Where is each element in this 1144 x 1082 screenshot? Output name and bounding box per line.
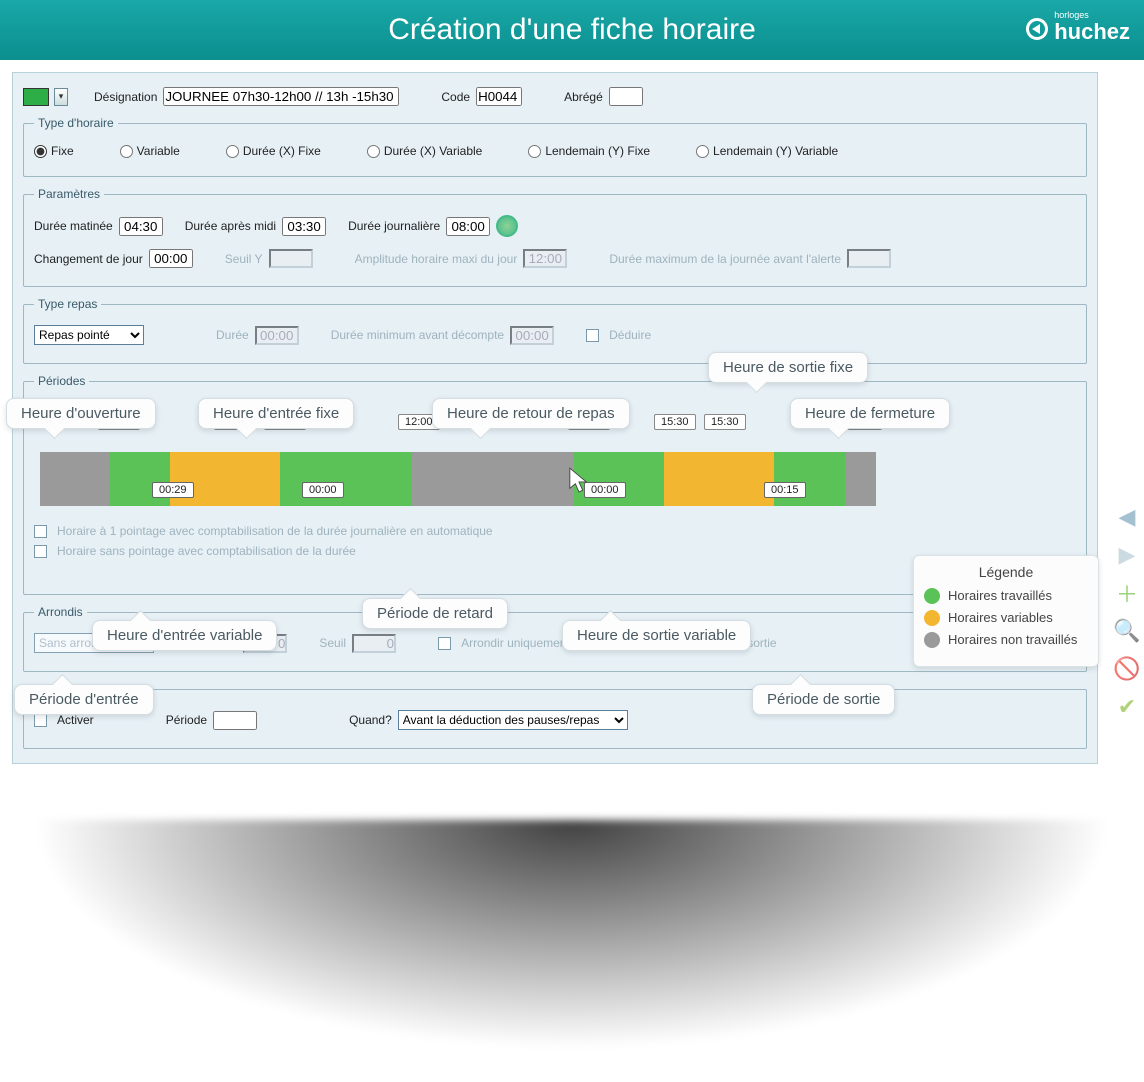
legend-variable: Horaires variables	[948, 610, 1053, 626]
repas-duree-input	[255, 326, 299, 345]
radio-fixe[interactable]: Fixe	[34, 144, 74, 158]
radio-lendemain-fixe[interactable]: Lendemain (Y) Fixe	[528, 144, 650, 158]
type-repas-group: Type repas Repas pointé Durée Durée mini…	[23, 297, 1087, 364]
brand-name: huchez	[1054, 19, 1130, 44]
radio-lendemain-var[interactable]: Lendemain (Y) Variable	[696, 144, 838, 158]
callout-entree-var: Heure d'entrée variable	[92, 620, 277, 651]
window-shadow	[30, 820, 1114, 1050]
ecretage-activer-label: Activer	[57, 713, 94, 727]
callout-sortie-var: Heure de sortie variable	[562, 620, 751, 651]
arrondis-legend: Arrondis	[34, 605, 87, 619]
brand-icon	[1026, 18, 1048, 40]
duree-matinee-input[interactable]	[119, 217, 163, 236]
ecretage-periode-input[interactable]	[213, 711, 257, 730]
chk-1-pointage-label: Horaire à 1 pointage avec comptabilisati…	[57, 524, 493, 538]
brand-top: horloges	[1054, 12, 1130, 19]
seuil-y-input	[269, 249, 313, 268]
time-1530a[interactable]: 15:30	[654, 414, 696, 430]
color-swatch[interactable]	[23, 88, 49, 106]
arrondi-seuil-input	[352, 634, 396, 653]
code-label: Code	[441, 90, 470, 104]
amplitude-input	[523, 249, 567, 268]
duree-max-alerte-input	[847, 249, 891, 268]
parametres-group: Paramètres Durée matinée Durée après mid…	[23, 187, 1087, 287]
duree-apresmidi-label: Durée après midi	[185, 219, 276, 233]
ecretage-activer-chk[interactable]	[34, 714, 47, 727]
forward-icon[interactable]: ▶	[1113, 541, 1141, 569]
repas-duree-min-input	[510, 326, 554, 345]
check-icon[interactable]: ✔	[1113, 693, 1141, 721]
ecretage-group: Ecrêtage Activer Période Quand? Avant la…	[23, 682, 1087, 749]
callout-retour-repas: Heure de retour de repas	[432, 398, 630, 429]
top-row: Désignation Code Abrégé	[23, 87, 1087, 106]
seuil-y-label: Seuil Y	[225, 252, 263, 266]
legend-dot-worked	[924, 588, 940, 604]
legend-panel: Légende Horaires travaillés Horaires var…	[913, 555, 1099, 667]
side-toolbar: ◀ ▶ ＋ 🔍 🚫 ✔	[1113, 503, 1141, 721]
type-repas-legend: Type repas	[34, 297, 101, 311]
chk-sans-pointage[interactable]	[34, 545, 47, 558]
duree-journaliere-label: Durée journalière	[348, 219, 440, 233]
abrege-label: Abrégé	[564, 90, 603, 104]
designation-label: Désignation	[94, 90, 157, 104]
radio-duree-x-var[interactable]: Durée (X) Variable	[367, 144, 482, 158]
dur-0000b[interactable]: 00:00	[584, 482, 626, 498]
back-icon[interactable]: ◀	[1113, 503, 1141, 531]
legend-notworked: Horaires non travaillés	[948, 632, 1077, 648]
brand-logo: horloges huchez	[1026, 12, 1130, 45]
arrondi-chk[interactable]	[438, 637, 451, 650]
time-1530b[interactable]: 15:30	[704, 414, 746, 430]
forbid-icon[interactable]: 🚫	[1113, 655, 1141, 683]
callout-retard: Période de retard	[362, 598, 508, 629]
chk-sans-pointage-label: Horaire sans pointage avec comptabilisat…	[57, 544, 356, 558]
changement-jour-input[interactable]	[149, 249, 193, 268]
periodes-legend: Périodes	[34, 374, 89, 388]
legend-title: Légende	[924, 564, 1088, 580]
add-icon[interactable]: ＋	[1113, 579, 1141, 607]
dur-0029[interactable]: 00:29	[152, 482, 194, 498]
duree-matinee-label: Durée matinée	[34, 219, 113, 233]
changement-jour-label: Changement de jour	[34, 252, 143, 266]
search-icon[interactable]: 🔍	[1113, 617, 1141, 645]
chk-1-pointage[interactable]	[34, 525, 47, 538]
abrege-input[interactable]	[609, 87, 643, 106]
color-dropdown[interactable]	[54, 88, 68, 106]
dur-0000a[interactable]: 00:00	[302, 482, 344, 498]
amplitude-label: Amplitude horaire maxi du jour	[355, 252, 518, 266]
page-title: Création d'une fiche horaire	[388, 13, 756, 47]
designation-input[interactable]	[163, 87, 399, 106]
callout-ouverture: Heure d'ouverture	[6, 398, 156, 429]
duree-journaliere-input[interactable]	[446, 217, 490, 236]
repas-duree-min-label: Durée minimum avant décompte	[331, 328, 504, 342]
legend-dot-variable	[924, 610, 940, 626]
legend-worked: Horaires travaillés	[948, 588, 1052, 604]
radio-variable[interactable]: Variable	[120, 144, 180, 158]
repas-duree-label: Durée	[216, 328, 249, 342]
deduire-label: Déduire	[609, 328, 651, 342]
type-horaire-legend: Type d'horaire	[34, 116, 118, 130]
app-header: Création d'une fiche horaire horloges hu…	[0, 0, 1144, 60]
ecretage-quand-label: Quand?	[349, 713, 392, 727]
repas-select[interactable]: Repas pointé	[34, 325, 144, 345]
callout-fermeture: Heure de fermeture	[790, 398, 950, 429]
code-input[interactable]	[476, 87, 522, 106]
callout-periode-sortie: Période de sortie	[752, 684, 895, 715]
parametres-legend: Paramètres	[34, 187, 104, 201]
duree-apresmidi-input[interactable]	[282, 217, 326, 236]
duree-max-alerte-label: Durée maximum de la journée avant l'aler…	[609, 252, 841, 266]
callout-sortie-fixe: Heure de sortie fixe	[708, 352, 868, 383]
callout-entree-fixe: Heure d'entrée fixe	[198, 398, 354, 429]
arrondi-seuil-label: Seuil	[319, 636, 346, 650]
ecretage-quand-select[interactable]: Avant la déduction des pauses/repas	[398, 710, 628, 730]
timeline-bar[interactable]: 00:29 00:00 00:00 00:15	[40, 452, 876, 506]
ecretage-periode-label: Période	[166, 713, 207, 727]
deduire-checkbox[interactable]	[586, 329, 599, 342]
callout-periode-entree: Période d'entrée	[14, 684, 154, 715]
dur-0015[interactable]: 00:15	[764, 482, 806, 498]
type-horaire-group: Type d'horaire Fixe Variable Durée (X) F…	[23, 116, 1087, 177]
globe-icon[interactable]	[496, 215, 518, 237]
legend-dot-notworked	[924, 632, 940, 648]
radio-duree-x-fixe[interactable]: Durée (X) Fixe	[226, 144, 321, 158]
